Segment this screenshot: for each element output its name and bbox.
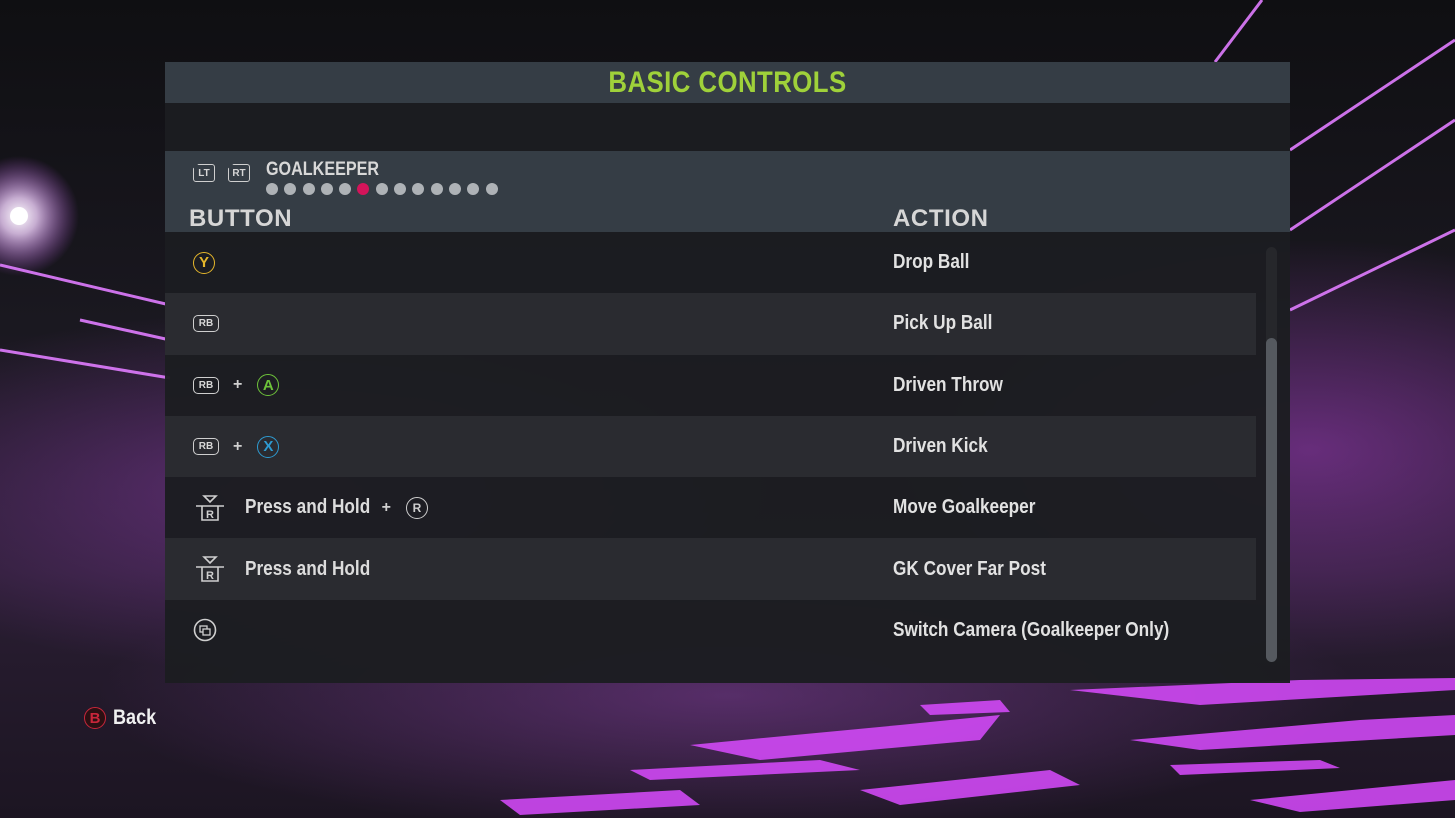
right-stick-press-icon: R: [196, 495, 224, 521]
page-dot-active: [357, 183, 370, 195]
button-combo: [193, 600, 217, 661]
hold-instruction: Press and Hold: [245, 496, 371, 519]
column-header-button: BUTTON: [189, 205, 293, 232]
plus-sign: +: [381, 498, 391, 516]
plus-sign: +: [233, 437, 243, 455]
action-label: Move Goalkeeper: [893, 496, 1036, 519]
action-label: Pick Up Ball: [893, 312, 993, 335]
rb-bumper-icon: RB: [193, 376, 219, 394]
controls-list: Y Drop Ball RB Pick Up Ball RB + A Drive…: [165, 232, 1290, 661]
page-dot: [284, 183, 297, 195]
page-title: BASIC CONTROLS: [608, 65, 847, 99]
controls-panel: BASIC CONTROLS LT RT GOALKEEPER BUTTON A…: [165, 62, 1290, 683]
action-label: GK Cover Far Post: [893, 557, 1046, 580]
control-row-pick-up-ball: RB Pick Up Ball: [165, 293, 1256, 355]
screen: BASIC CONTROLS LT RT GOALKEEPER BUTTON A…: [0, 0, 1455, 818]
panel-header: BASIC CONTROLS: [165, 62, 1290, 103]
control-row-switch-camera: Switch Camera (Goalkeeper Only): [165, 600, 1256, 661]
action-label: Drop Ball: [893, 251, 970, 274]
page-dot: [467, 183, 480, 195]
page-dot: [339, 183, 352, 195]
category-selector: LT RT GOALKEEPER: [193, 159, 504, 195]
control-row-drop-ball: Y Drop Ball: [165, 232, 1256, 293]
back-button[interactable]: B Back: [84, 706, 163, 730]
button-combo: RB + X: [193, 416, 280, 477]
rt-trigger-icon[interactable]: RT: [228, 164, 250, 182]
hold-instruction: Press and Hold: [245, 557, 371, 580]
y-button-icon: Y: [193, 251, 215, 274]
control-row-move-goalkeeper: R Press and Hold + R Move Goalkeeper: [165, 477, 1256, 538]
page-dot: [394, 183, 407, 195]
button-combo: Y: [193, 232, 215, 293]
page-dot: [448, 183, 461, 195]
category-label: GOALKEEPER: [266, 159, 380, 180]
button-combo: RB + A: [193, 355, 280, 416]
page-dot: [302, 183, 315, 195]
button-combo: RB: [193, 293, 219, 354]
button-combo: R Press and Hold: [193, 538, 391, 599]
svg-text:R: R: [206, 570, 214, 582]
scrollbar-thumb[interactable]: [1266, 338, 1277, 662]
button-combo: R Press and Hold + R: [193, 477, 428, 538]
header-spacer: [165, 103, 1290, 151]
page-indicator: [266, 183, 504, 195]
scrollbar[interactable]: [1266, 247, 1277, 662]
floor-streaks: [500, 678, 1455, 815]
page-dot: [266, 183, 278, 195]
rb-bumper-icon: RB: [193, 438, 219, 456]
lt-trigger-icon[interactable]: LT: [193, 164, 215, 182]
right-stick-press-icon: R: [196, 556, 224, 582]
category-bar: LT RT GOALKEEPER BUTTON ACTION: [165, 151, 1290, 232]
rb-bumper-icon: RB: [193, 315, 219, 333]
page-dot: [485, 183, 498, 195]
page-dot: [430, 183, 443, 195]
action-label: Driven Throw: [893, 373, 1003, 396]
right-stick-icon: R: [405, 496, 428, 519]
control-row-gk-cover-far-post: R Press and Hold GK Cover Far Post: [165, 538, 1256, 600]
stadium-light-core: [10, 207, 28, 225]
action-label: Switch Camera (Goalkeeper Only): [893, 618, 1170, 641]
view-button-icon: [193, 619, 217, 642]
b-button-icon: B: [84, 707, 106, 729]
a-button-icon: A: [257, 374, 280, 397]
column-header-action: ACTION: [893, 205, 989, 232]
page-dot: [375, 183, 388, 195]
control-row-driven-throw: RB + A Driven Throw: [165, 355, 1256, 416]
x-button-icon: X: [257, 435, 280, 458]
plus-sign: +: [233, 376, 243, 394]
page-dot: [412, 183, 425, 195]
action-label: Driven Kick: [893, 435, 988, 458]
control-row-driven-kick: RB + X Driven Kick: [165, 415, 1256, 478]
category-info: GOALKEEPER: [266, 159, 504, 195]
back-label: Back: [113, 706, 157, 729]
svg-text:R: R: [206, 509, 214, 521]
page-dot: [320, 183, 333, 195]
